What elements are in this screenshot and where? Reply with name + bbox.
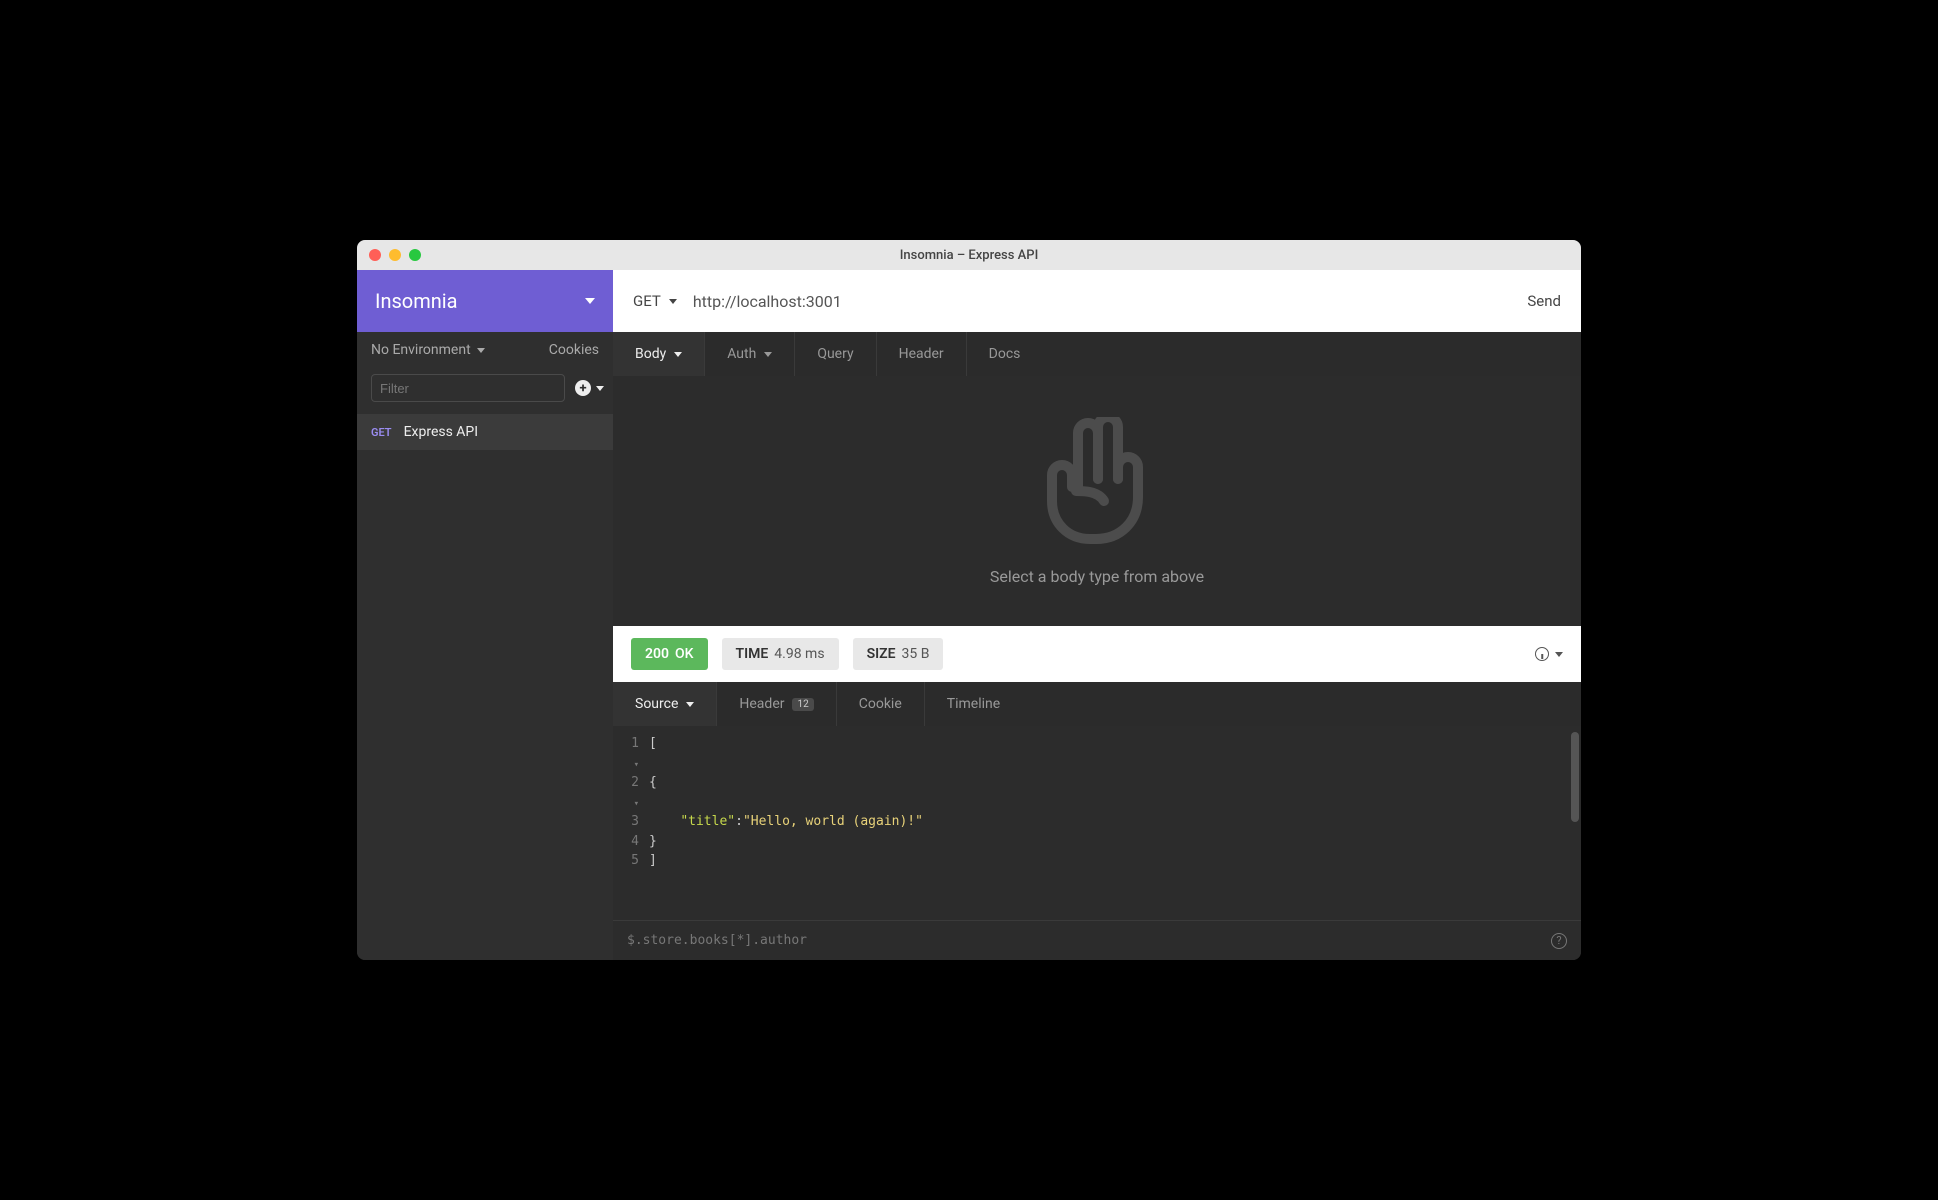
chevron-down-icon: [674, 352, 682, 357]
code-line: 4 }: [613, 832, 1581, 852]
request-list-item[interactable]: GET Express API: [357, 414, 613, 450]
request-body-pane: Select a body type from above: [613, 376, 1581, 626]
main-pane: GET http://localhost:3001 Send Body Auth…: [613, 270, 1581, 960]
send-button[interactable]: Send: [1527, 292, 1561, 310]
scrollbar-thumb[interactable]: [1571, 732, 1579, 822]
tab-docs[interactable]: Docs: [967, 332, 1043, 376]
tab-cookie-label: Cookie: [859, 696, 902, 712]
tab-header[interactable]: Header: [877, 332, 967, 376]
tab-header-label: Header: [899, 346, 944, 362]
sidebar-filter-row: +: [357, 368, 613, 414]
code-token: "Hello, world (again)!": [743, 812, 923, 832]
app-name: Insomnia: [375, 289, 585, 313]
tab-timeline[interactable]: Timeline: [925, 682, 1022, 726]
tab-cookie[interactable]: Cookie: [837, 682, 925, 726]
tab-body[interactable]: Body: [613, 332, 705, 376]
traffic-lights: [357, 249, 421, 261]
code-line: 2 ▾ {: [613, 773, 1581, 812]
response-tabs: Source Header 12 Cookie Timeline: [613, 682, 1581, 726]
status-code: 200: [645, 646, 669, 662]
code-token: "title": [680, 812, 735, 832]
body-hint-text: Select a body type from above: [990, 567, 1204, 586]
tab-response-header-label: Header: [739, 696, 784, 712]
size-pill: SIZE 35 B: [853, 638, 944, 670]
workspace-dropdown[interactable]: Insomnia: [357, 270, 613, 332]
zoom-window-button[interactable]: [409, 249, 421, 261]
plus-icon: +: [575, 380, 591, 396]
status-code-pill: 200 OK: [631, 638, 708, 670]
chevron-down-icon: [477, 348, 485, 353]
method-label: GET: [633, 292, 661, 310]
tab-body-label: Body: [635, 346, 666, 362]
size-value: 35 B: [902, 646, 930, 662]
sidebar: Insomnia No Environment Cookies + GET: [357, 270, 613, 960]
add-request-button[interactable]: +: [575, 380, 604, 396]
minimize-window-button[interactable]: [389, 249, 401, 261]
request-name: Express API: [404, 424, 479, 440]
environment-dropdown[interactable]: No Environment: [371, 342, 485, 358]
sidebar-env-row: No Environment Cookies: [357, 332, 613, 368]
tab-query[interactable]: Query: [795, 332, 876, 376]
response-body-pane[interactable]: 1 ▾ [ 2 ▾ { 3 "title" : "Hello, world (a…: [613, 726, 1581, 920]
app-window: Insomnia – Express API Insomnia No Envir…: [357, 240, 1581, 960]
tab-timeline-label: Timeline: [947, 696, 1000, 712]
code-token: [: [649, 734, 657, 773]
url-input[interactable]: http://localhost:3001: [693, 292, 1512, 311]
method-dropdown[interactable]: GET: [633, 292, 677, 310]
tab-auth[interactable]: Auth: [705, 332, 795, 376]
window-title: Insomnia – Express API: [357, 248, 1581, 263]
peace-hand-icon: [1042, 417, 1152, 547]
tab-docs-label: Docs: [989, 346, 1021, 362]
tab-query-label: Query: [817, 346, 853, 362]
chevron-down-icon: [764, 352, 772, 357]
tab-auth-label: Auth: [727, 346, 756, 362]
titlebar: Insomnia – Express API: [357, 240, 1581, 270]
code-line: 3 "title" : "Hello, world (again)!": [613, 812, 1581, 832]
response-footer: $.store.books[*].author ?: [613, 920, 1581, 960]
response-status-bar: 200 OK TIME 4.98 ms SIZE 35 B: [613, 626, 1581, 682]
chevron-down-icon: [1555, 652, 1563, 657]
history-dropdown[interactable]: [1535, 647, 1563, 661]
code-line: 1 ▾ [: [613, 734, 1581, 773]
code-token: }: [649, 832, 657, 852]
code-line: 5 ]: [613, 851, 1581, 871]
close-window-button[interactable]: [369, 249, 381, 261]
environment-label: No Environment: [371, 342, 471, 358]
tab-response-header[interactable]: Header 12: [717, 682, 836, 726]
time-value: 4.98 ms: [774, 646, 824, 662]
chevron-down-icon: [596, 386, 604, 391]
time-pill: TIME 4.98 ms: [722, 638, 839, 670]
size-label: SIZE: [867, 646, 896, 662]
help-icon[interactable]: ?: [1551, 933, 1567, 949]
code-token: :: [735, 812, 743, 832]
request-method-badge: GET: [371, 426, 392, 439]
clock-icon: [1535, 647, 1549, 661]
url-bar: GET http://localhost:3001 Send: [613, 270, 1581, 332]
chevron-down-icon: [585, 298, 595, 304]
jsonpath-input[interactable]: $.store.books[*].author: [627, 933, 1541, 948]
chevron-down-icon: [669, 299, 677, 304]
tab-source-label: Source: [635, 696, 678, 712]
status-text: OK: [675, 646, 694, 662]
cookies-button[interactable]: Cookies: [549, 342, 599, 358]
time-label: TIME: [736, 646, 769, 662]
chevron-down-icon: [686, 702, 694, 707]
code-token: ]: [649, 851, 657, 871]
tab-source[interactable]: Source: [613, 682, 717, 726]
code-token: {: [649, 773, 657, 812]
filter-input[interactable]: [371, 374, 565, 402]
request-tabs: Body Auth Query Header Docs: [613, 332, 1581, 376]
header-count-badge: 12: [792, 698, 813, 711]
